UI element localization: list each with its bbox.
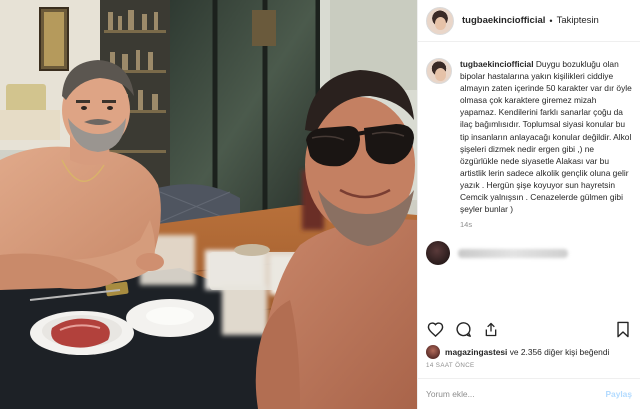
liker-avatar[interactable] — [426, 345, 440, 359]
header-separator: • — [549, 15, 553, 26]
caption-avatar[interactable] — [426, 58, 452, 84]
add-comment-bar: Paylaş — [418, 378, 640, 409]
blurred-comment — [458, 248, 568, 258]
comment-input[interactable] — [426, 389, 606, 399]
post-caption: tugbaekinciofficial Duygu bozukluğu olan… — [418, 42, 640, 231]
liker-username[interactable]: magazingastesi — [445, 347, 507, 357]
post-comment-button[interactable]: Paylaş — [605, 389, 632, 399]
comment-row — [418, 241, 640, 266]
caption-username[interactable]: tugbaekinciofficial — [460, 59, 534, 69]
caption-text: Duygu bozukluğu olan bipolar hastalarına… — [460, 59, 632, 215]
post-photo-illustration — [0, 0, 417, 409]
likes-text: magazingastesi ve 2.356 diğer kişi beğen… — [445, 347, 609, 357]
heart-icon[interactable] — [426, 320, 444, 338]
follow-status[interactable]: Takiptesin — [557, 15, 599, 26]
commenter-avatar[interactable] — [426, 241, 450, 266]
action-bar — [426, 318, 632, 340]
bookmark-icon[interactable] — [614, 320, 632, 338]
likes-count-text[interactable]: ve 2.356 diğer kişi beğendi — [507, 347, 610, 357]
author-username[interactable]: tugbaekinciofficial — [462, 15, 545, 26]
post-photo — [0, 0, 417, 409]
share-icon[interactable] — [482, 320, 500, 338]
caption-timestamp: 14s — [460, 220, 473, 230]
likes-summary: magazingastesi ve 2.356 diğer kişi beğen… — [426, 345, 609, 359]
post-timestamp: 14 SAAT ÖNCE — [426, 362, 475, 369]
caption-body: tugbaekinciofficial Duygu bozukluğu olan… — [460, 58, 632, 231]
post-header: tugbaekinciofficial • Takiptesin — [418, 0, 640, 42]
post-detail-panel: tugbaekinciofficial • Takiptesin tugbaek… — [417, 0, 640, 409]
author-avatar[interactable] — [426, 6, 454, 35]
comment-icon[interactable] — [454, 320, 472, 338]
